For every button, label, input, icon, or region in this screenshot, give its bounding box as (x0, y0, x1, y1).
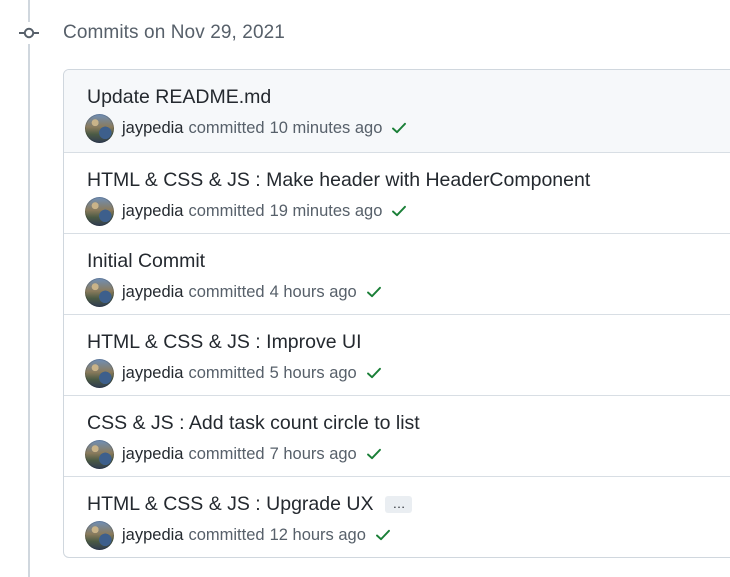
commit-meta: jaypedia committed 5 hours ago (85, 358, 383, 388)
commit-title-text[interactable]: HTML & CSS & JS : Upgrade UX (87, 493, 373, 516)
commit-title-link[interactable]: CSS & JS : Add task count circle to list (87, 412, 420, 435)
check-icon[interactable] (365, 364, 383, 382)
avatar[interactable] (85, 113, 114, 143)
avatar[interactable] (85, 277, 114, 307)
check-icon[interactable] (365, 445, 383, 463)
committed-label: committed (188, 363, 265, 382)
commit-row: HTML & CSS & JS : Upgrade UX … jaypedia … (64, 476, 730, 557)
committed-label: committed (188, 282, 265, 301)
author-link[interactable]: jaypedia (122, 283, 183, 302)
commit-time[interactable]: 4 hours ago (270, 283, 357, 302)
check-icon[interactable] (374, 526, 392, 544)
author-link[interactable]: jaypedia (122, 119, 183, 138)
commit-row: HTML & CSS & JS : Make header with Heade… (64, 152, 730, 233)
commit-meta: jaypedia committed 4 hours ago (85, 277, 383, 307)
commit-title-text[interactable]: Update README.md (87, 86, 271, 109)
commit-list: Update README.md jaypedia committed 10 m… (63, 69, 730, 558)
commit-meta: jaypedia committed 19 minutes ago (85, 196, 408, 226)
commit-title-link[interactable]: Update README.md (87, 86, 271, 109)
timeline-line (28, 0, 30, 577)
commit-title-link[interactable]: Initial Commit (87, 250, 205, 273)
commit-row: Update README.md jaypedia committed 10 m… (64, 70, 730, 152)
commit-title-text[interactable]: HTML & CSS & JS : Improve UI (87, 331, 362, 354)
author-link[interactable]: jaypedia (122, 364, 183, 383)
commit-row: HTML & CSS & JS : Improve UI jaypedia co… (64, 314, 730, 395)
commit-meta: jaypedia committed 10 minutes ago (85, 113, 408, 143)
commit-meta: jaypedia committed 7 hours ago (85, 439, 383, 469)
author-link[interactable]: jaypedia (122, 202, 183, 221)
avatar[interactable] (85, 196, 114, 226)
commit-title-text[interactable]: HTML & CSS & JS : Make header with Heade… (87, 169, 590, 192)
commit-time[interactable]: 12 hours ago (270, 526, 366, 545)
commit-title-text[interactable]: Initial Commit (87, 250, 205, 273)
avatar[interactable] (85, 358, 114, 388)
author-link[interactable]: jaypedia (122, 445, 183, 464)
commit-time[interactable]: 7 hours ago (270, 445, 357, 464)
git-commit-icon (18, 22, 40, 44)
commit-title-link[interactable]: HTML & CSS & JS : Make header with Heade… (87, 169, 590, 192)
check-icon[interactable] (390, 119, 408, 137)
commit-title-text[interactable]: CSS & JS : Add task count circle to list (87, 412, 420, 435)
commit-row: CSS & JS : Add task count circle to list… (64, 395, 730, 476)
avatar[interactable] (85, 520, 114, 550)
commit-time[interactable]: 10 minutes ago (270, 119, 383, 138)
check-icon[interactable] (390, 202, 408, 220)
expand-message-button[interactable]: … (385, 496, 413, 513)
committed-label: committed (188, 525, 265, 544)
committed-label: committed (188, 201, 265, 220)
commit-title-link[interactable]: HTML & CSS & JS : Improve UI (87, 331, 362, 354)
commit-time[interactable]: 19 minutes ago (270, 202, 383, 221)
commit-row: Initial Commit jaypedia committed 4 hour… (64, 233, 730, 314)
committed-label: committed (188, 118, 265, 137)
avatar[interactable] (85, 439, 114, 469)
commit-group-header: Commits on Nov 29, 2021 (18, 18, 285, 48)
commit-time[interactable]: 5 hours ago (270, 364, 357, 383)
author-link[interactable]: jaypedia (122, 526, 183, 545)
commit-date-header: Commits on Nov 29, 2021 (63, 22, 285, 43)
commit-meta: jaypedia committed 12 hours ago (85, 520, 392, 550)
commit-title-link[interactable]: HTML & CSS & JS : Upgrade UX … (87, 493, 413, 516)
committed-label: committed (188, 444, 265, 463)
check-icon[interactable] (365, 283, 383, 301)
